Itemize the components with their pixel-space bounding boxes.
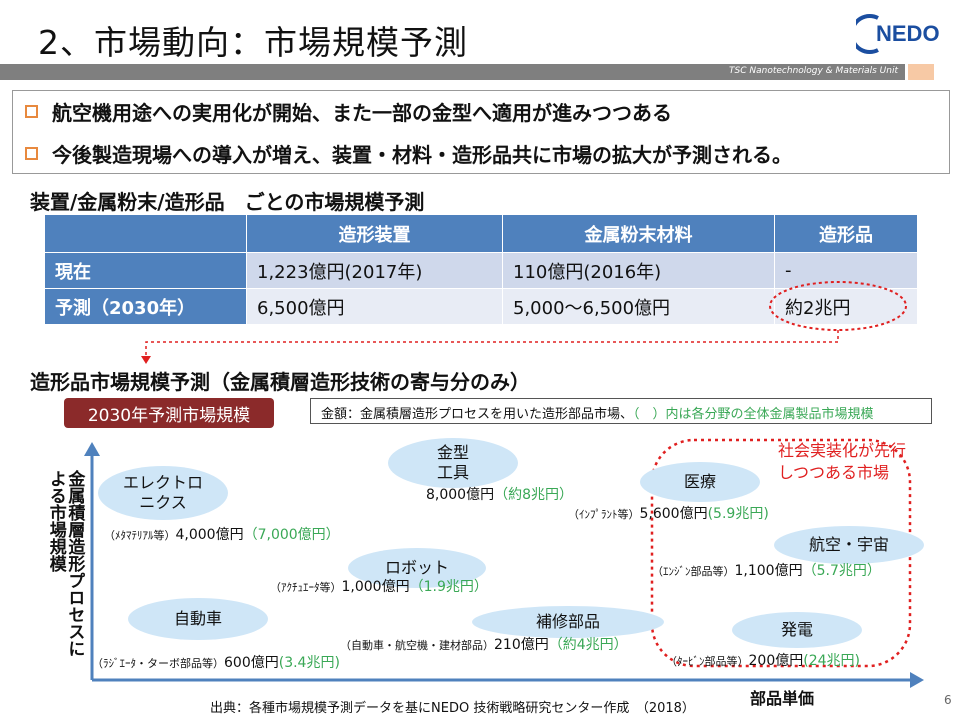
note-text: 金額：金属積層造形プロセスを用いた造形部品市場、 bbox=[321, 407, 634, 422]
segment-electronics: エレクトロ ニクス bbox=[98, 466, 228, 520]
x-axis-label: 部品単価 bbox=[750, 689, 815, 708]
segment-value: （ﾒﾀﾏﾃﾘｱﾙ等）4,000億円（7,000億円） bbox=[104, 527, 340, 543]
page-number: 6 bbox=[944, 693, 952, 707]
segment-value: （ﾗｼﾞｴｰﾀ・ターボ部品等）600億円(3.4兆円) bbox=[92, 655, 340, 671]
market-heading: 造形品市場規模予測（金属積層造形技術の寄与分のみ） bbox=[30, 370, 530, 394]
forecast-badge: 2030年予測市場規模 bbox=[64, 398, 274, 428]
source-note: 出典：各種市場規模予測データを基にNEDO 技術戦略研究センター作成 （2018… bbox=[210, 701, 695, 716]
segment-medical: 医療 bbox=[640, 462, 760, 502]
segment-automotive: 自動車 bbox=[128, 598, 268, 640]
segment-value: （ｴﾝｼﾞﾝ部品等）1,100億円（5.7兆円） bbox=[652, 563, 881, 579]
segment-mold-tools: 金型 工具 bbox=[388, 438, 518, 488]
segment-power: 発電 bbox=[732, 612, 862, 648]
segment-value: 8,000億円（約8兆円） bbox=[426, 487, 574, 503]
y-axis-label: 金属積層造形プロセスによる市場規模 bbox=[45, 470, 85, 657]
callout-label: 社会実装化が先行 しつつある市場 bbox=[778, 441, 907, 482]
segment-value: （ｱｸﾁｭｴｰﾀ等）1,000億円（1.9兆円） bbox=[270, 579, 488, 595]
note-green-text: （ ）内は各分野の全体金属製品市場規模 bbox=[633, 407, 874, 422]
segment-aerospace: 航空・宇宙 bbox=[774, 526, 924, 564]
segment-value: （ﾀｰﾋﾞﾝ部品等）200億円(24兆円) bbox=[666, 653, 860, 669]
segment-value: （ｲﾝﾌﾟﾗﾝﾄ等）5,600億円(5.9兆円) bbox=[568, 506, 769, 522]
note-box: 金額：金属積層造形プロセスを用いた造形部品市場、（ ）内は各分野の全体金属製品市… bbox=[310, 398, 932, 424]
segment-value: （自動車・航空機・建材部品）210億円（約4兆円） bbox=[340, 637, 628, 653]
